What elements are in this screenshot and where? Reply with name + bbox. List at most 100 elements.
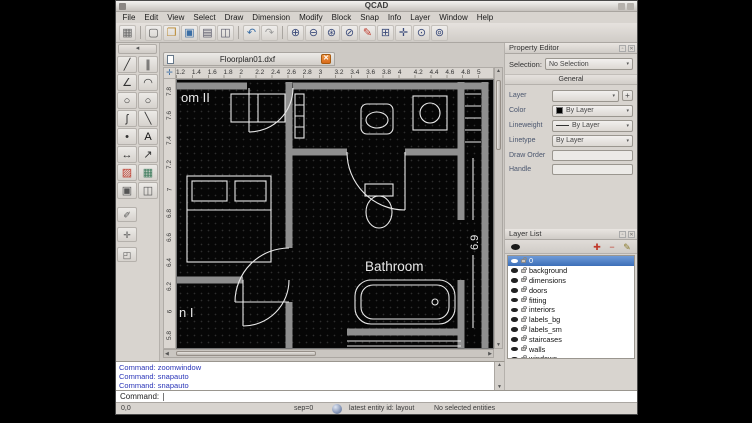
menu-info[interactable]: Info xyxy=(383,13,405,22)
add-layer-button[interactable]: ✚ xyxy=(591,241,603,253)
print-button[interactable]: ▤ xyxy=(199,25,216,41)
layer-visibility-icon[interactable] xyxy=(511,308,518,313)
open-file-button[interactable]: ❐ xyxy=(163,25,180,41)
print-preview-button[interactable]: ◫ xyxy=(217,25,234,41)
snap-extra-tool[interactable]: ✛ xyxy=(117,227,137,242)
horizontal-scrollbar[interactable]: ◀ ▶ xyxy=(163,349,494,358)
layer-visibility-icon[interactable] xyxy=(511,347,518,352)
previous-view-button[interactable]: ⊘ xyxy=(341,25,358,41)
scroll-left-icon[interactable]: ◀ xyxy=(165,350,169,358)
redo-button[interactable]: ↷ xyxy=(261,25,278,41)
menu-block[interactable]: Block xyxy=(327,13,356,22)
field-select-lineweight[interactable]: By Layer▾ xyxy=(552,120,633,132)
remove-layer-button[interactable]: − xyxy=(606,241,618,253)
layer-lock-icon[interactable] xyxy=(521,259,526,263)
layer-visibility-icon[interactable] xyxy=(511,288,518,293)
zoom-page-button[interactable]: ⊚ xyxy=(431,25,448,41)
horizontal-scroll-thumb[interactable] xyxy=(176,351,316,356)
float-panel-icon[interactable]: ▫ xyxy=(619,231,626,238)
undo-button[interactable]: ↶ xyxy=(243,25,260,41)
angle-tool[interactable]: ∠ xyxy=(117,74,137,91)
layer-lock-icon[interactable] xyxy=(521,269,526,273)
field-extra-button-layer[interactable]: + xyxy=(622,90,633,101)
ellipse-tool[interactable]: ○ xyxy=(138,92,158,109)
text-tool[interactable]: A xyxy=(138,128,158,145)
hatch-tool[interactable]: ▨ xyxy=(117,164,137,181)
zoom-in-button[interactable]: ⊕ xyxy=(287,25,304,41)
layer-visibility-icon[interactable] xyxy=(511,317,518,322)
command-history-scrollbar[interactable]: ▲ ▼ xyxy=(494,362,504,390)
layer-lock-icon[interactable] xyxy=(521,347,526,351)
save-file-button[interactable]: ▣ xyxy=(181,25,198,41)
close-button[interactable] xyxy=(627,3,634,10)
layer-lock-icon[interactable] xyxy=(521,327,526,331)
layer-visibility-icon[interactable] xyxy=(511,298,518,303)
field-input-draw-order[interactable] xyxy=(552,150,633,161)
zoom-window-button[interactable]: ⊞ xyxy=(377,25,394,41)
close-panel-icon[interactable]: ✕ xyxy=(628,45,635,52)
spline-tool[interactable]: ʃ xyxy=(117,110,137,127)
field-input-handle[interactable] xyxy=(552,164,633,175)
layer-lock-icon[interactable] xyxy=(521,288,526,292)
layer-row[interactable]: walls xyxy=(508,344,634,354)
layer-visibility-icon[interactable] xyxy=(511,278,518,283)
layer-list-titlebar[interactable]: Layer List ▫ ✕ xyxy=(505,229,637,240)
redraw-button[interactable]: ⊙ xyxy=(413,25,430,41)
box3d-tool[interactable]: ◫ xyxy=(138,182,158,199)
menu-layer[interactable]: Layer xyxy=(406,13,435,22)
menu-select[interactable]: Select xyxy=(189,13,220,22)
drawing-canvas[interactable]: om II Bathroom n I 6.9 xyxy=(176,79,494,349)
layer-row[interactable]: doors xyxy=(508,285,634,295)
float-panel-icon[interactable]: ▫ xyxy=(619,45,626,52)
layer-lock-icon[interactable] xyxy=(521,357,526,359)
field-select-layer[interactable]: ▾ xyxy=(552,90,619,102)
window-menu-icon[interactable] xyxy=(119,3,126,10)
line-tool[interactable]: ╱ xyxy=(117,56,137,73)
pan-button[interactable]: ✛ xyxy=(395,25,412,41)
palette-back-button[interactable]: ◂ xyxy=(118,44,157,54)
ruler-origin-icon[interactable]: ✛ xyxy=(163,67,176,79)
arc-tool[interactable]: ◠ xyxy=(138,74,158,91)
field-select-linetype[interactable]: By Layer▾ xyxy=(552,135,633,147)
menu-file[interactable]: File xyxy=(118,13,140,22)
toggle-all-visibility-button[interactable] xyxy=(509,241,521,253)
layer-row[interactable]: background xyxy=(508,266,634,276)
layer-visibility-icon[interactable] xyxy=(511,259,518,264)
image-tool[interactable]: ▦ xyxy=(138,164,158,181)
edit-extra-tool[interactable]: ✐ xyxy=(117,207,137,222)
command-input-row[interactable]: Command: xyxy=(116,390,637,402)
layer-row[interactable]: staircases xyxy=(508,334,634,344)
layer-visibility-icon[interactable] xyxy=(511,327,518,332)
main-tools-button[interactable]: ▦ xyxy=(119,25,136,41)
general-section-header[interactable]: General xyxy=(505,74,637,85)
scroll-up-icon[interactable]: ▲ xyxy=(495,68,502,74)
vertical-scroll-thumb[interactable] xyxy=(496,80,501,150)
menu-window[interactable]: Window xyxy=(435,13,472,22)
layer-row[interactable]: fitting xyxy=(508,295,634,305)
property-editor-titlebar[interactable]: Property Editor ▫ ✕ xyxy=(505,43,637,54)
close-panel-icon[interactable]: ✕ xyxy=(628,231,635,238)
layer-visibility-icon[interactable] xyxy=(511,357,518,359)
scroll-down-icon[interactable]: ▼ xyxy=(495,342,502,348)
menu-snap[interactable]: Snap xyxy=(356,13,384,22)
edit-layer-button[interactable]: ✎ xyxy=(621,241,633,253)
layer-lock-icon[interactable] xyxy=(521,318,526,322)
scroll-right-icon[interactable]: ▶ xyxy=(488,350,492,358)
leader-tool[interactable]: ↗ xyxy=(138,146,158,163)
layer-visibility-icon[interactable] xyxy=(511,337,518,342)
layer-visibility-icon[interactable] xyxy=(511,268,518,273)
circle-tool[interactable]: ○ xyxy=(117,92,137,109)
point-tool[interactable]: • xyxy=(117,128,137,145)
layer-row[interactable]: interiors xyxy=(508,305,634,315)
block-tool[interactable]: ▣ xyxy=(117,182,137,199)
menu-help[interactable]: Help xyxy=(472,13,497,22)
document-tab[interactable]: Floorplan01.dxf ✕ xyxy=(163,52,335,66)
cube-extra-tool[interactable]: ◰ xyxy=(117,247,137,262)
layer-row[interactable]: labels_bg xyxy=(508,315,634,325)
layer-lock-icon[interactable] xyxy=(521,298,526,302)
field-select-color[interactable]: By Layer▾ xyxy=(552,105,633,117)
document-close-icon[interactable]: ✕ xyxy=(321,54,331,64)
vertical-scrollbar[interactable]: ▲ ▼ xyxy=(494,67,503,349)
selection-combobox[interactable]: No Selection ▾ xyxy=(545,58,633,70)
menu-dimension[interactable]: Dimension xyxy=(248,13,295,22)
